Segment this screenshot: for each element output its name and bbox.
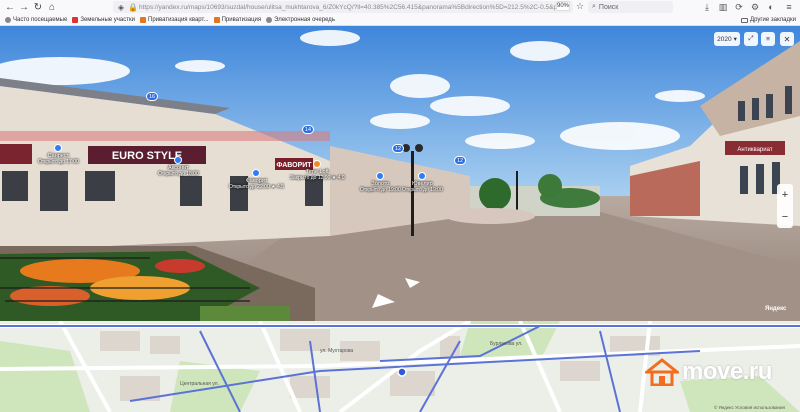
pin-icon [252,169,261,177]
bookmark-item[interactable]: Приватизация [213,16,262,23]
back-icon[interactable]: ← [3,0,17,14]
street-label: Бурлакова ул. [490,341,523,347]
poi-status: Открыто до 19:00 [402,187,443,193]
bookmark-label: Земельные участки [80,16,135,23]
bookmark-label: Приватизация [221,16,262,23]
year-value: 2020 [717,35,732,43]
pin-icon [376,172,385,180]
globe-icon [5,16,11,23]
url-text[interactable]: https://yandex.ru/maps/10693/suzdal/hous… [139,4,569,11]
home-icon[interactable]: ⌂ [45,0,59,14]
poi-pin[interactable]: Ювелир Открыто до 19:00 [402,172,443,193]
address-bar[interactable]: ◈ 🔒 https://yandex.ru/maps/10693/suzdal/… [113,1,573,13]
year-select[interactable]: 2020 ▾ [714,32,740,46]
reload-icon[interactable]: ↻ [31,0,45,14]
library-icon[interactable]: ▥ [716,0,730,14]
poi-status: Открыто до 22:00 ★ 4.5 [229,184,284,190]
poi-pin[interactable]: Санрест Открыто до 17:00 [38,144,79,165]
poi-pin[interactable]: Time Loft Закрыто до 12:00 ★ 4.0 [290,160,345,181]
shop-sign-antiques: Антиквариат [737,147,772,153]
poi-cluster-badge[interactable]: 12 [392,144,405,153]
globe-icon [266,16,273,23]
pin-icon [418,172,427,180]
map-copyright[interactable]: © Яндекс Условия использования [714,405,785,410]
move-ru-watermark: move.ru [645,358,772,386]
poi-pin[interactable]: Золото Открыто до 19:00 [360,172,401,193]
bookmark-item[interactable]: Земельные участки [72,16,135,23]
poi-status: Открыто до 18:00 [158,171,199,177]
search-placeholder: Поиск [598,3,619,11]
poi-cluster-badge[interactable]: 16 [146,92,159,101]
close-panorama-button[interactable]: ✕ [780,32,794,46]
street-label: Центральная ул. [180,381,219,387]
share-icon: ⤢ [748,35,754,42]
search-field[interactable]: ⌕ Поиск [588,1,673,13]
bookmark-label: Электронная очередь [274,16,335,23]
search-icon: ⌕ [592,3,596,10]
bookmark-red-icon [213,16,220,23]
bookmark-star-icon[interactable]: ☆ [576,1,584,12]
street-panorama[interactable]: EURO STYLE ФАВОРИТ Антиквариат Санрест О… [0,26,800,321]
poi-status: Открыто до 19:00 [360,187,401,193]
zoom-level[interactable]: 90% [556,1,570,11]
close-icon: ✕ [783,34,791,44]
other-bookmarks[interactable]: Другие закладки [741,14,796,26]
chevron-down-icon: ▾ [733,36,737,43]
extensions-icon[interactable]: ⚙ [748,0,762,14]
lock-icon[interactable]: 🔒 [128,3,138,12]
poi-status: Закрыто до 12:00 ★ 4.0 [290,175,345,181]
bookmark-label: Приватизация кварт... [148,16,209,23]
watermark-text: move.ru [682,358,772,385]
bookmark-item[interactable]: Часто посещаемые [5,16,68,23]
bookmark-item[interactable]: Приватизация кварт... [140,16,209,23]
other-bookmarks-label: Другие закладки [750,17,796,23]
yandex-logo: Яндекс [765,306,787,312]
house-logo-icon [645,358,679,386]
zoom-out-icon[interactable]: − [782,211,788,223]
zoom-control: + − [777,184,793,228]
bookmark-red-icon [72,16,79,23]
bookmark-label: Часто посещаемые [13,16,68,23]
folder-icon [741,17,749,23]
zoom-in-icon[interactable]: + [782,189,788,201]
shield-icon[interactable]: ◈ [117,3,125,12]
current-position-marker[interactable] [397,367,407,377]
bookmarks-bar: Часто посещаемые Земельные участки Прива… [0,14,800,26]
poi-cluster-badge[interactable]: 14 [302,125,315,134]
forward-icon[interactable]: → [17,0,31,14]
account-icon[interactable]: ◐ [764,0,778,14]
menu-icon[interactable]: ≡ [782,0,796,14]
hamburger-icon: ≡ [766,35,770,43]
poi-status: Открыто до 17:00 [38,159,79,165]
street-label: ул. Мухтарова [320,348,354,354]
pin-icon [174,156,183,164]
pin-icon [54,144,63,152]
sync-icon[interactable]: ⟳ [732,0,746,14]
bookmark-item[interactable]: Электронная очередь [266,16,335,23]
downloads-icon[interactable]: ⤓ [700,0,714,14]
pin-icon [313,160,322,168]
poi-pin[interactable]: Фаворит Открыто до 22:00 ★ 4.5 [229,169,284,190]
poi-cluster-badge[interactable]: 12 [454,156,467,165]
menu-button[interactable]: ≡ [761,32,775,46]
bookmark-red-icon [140,16,146,23]
poi-pin[interactable]: Аксонит Открыто до 18:00 [158,156,199,177]
share-button[interactable]: ⤢ [744,32,758,46]
